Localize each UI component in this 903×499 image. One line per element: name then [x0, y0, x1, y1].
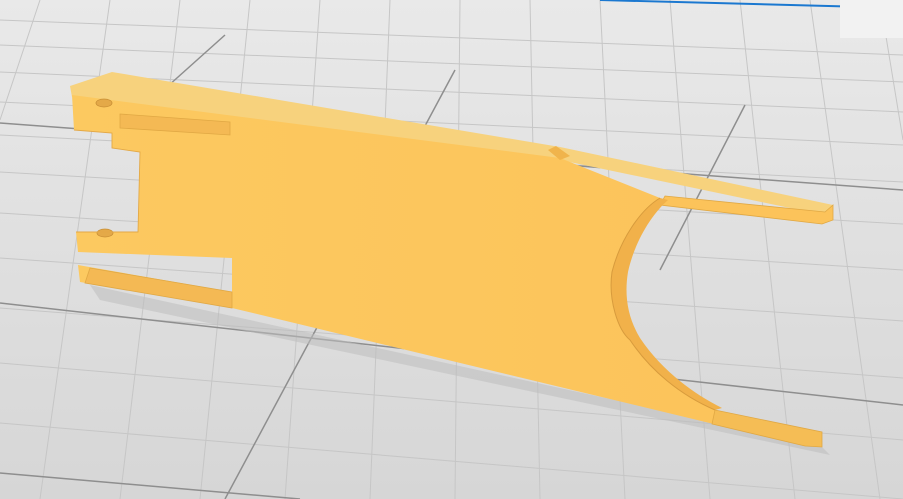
mount-hole-upper [95, 98, 113, 108]
mount-hole-lower [96, 228, 114, 238]
build-plate-corner [840, 0, 903, 38]
scene-canvas[interactable] [0, 0, 903, 499]
3d-viewport[interactable] [0, 0, 903, 499]
